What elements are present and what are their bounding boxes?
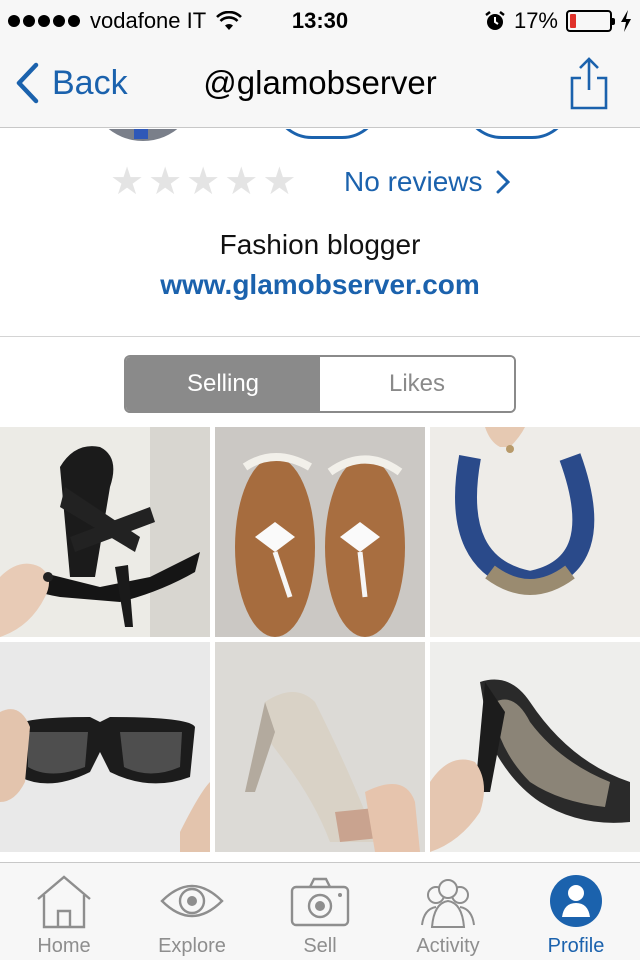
followers-stat-circle[interactable] (272, 129, 382, 139)
patterned-heel-photo (430, 642, 640, 852)
tab-home[interactable]: Home (0, 863, 128, 960)
profile-website-link[interactable]: www.glamobserver.com (0, 269, 640, 301)
profile-header: ★ ★ ★ ★ ★ No reviews Fashion blogger www… (0, 129, 640, 337)
tab-profile[interactable]: Profile (512, 863, 640, 960)
tab-label: Explore (158, 935, 226, 957)
reviews-link[interactable]: No reviews (344, 166, 511, 198)
tab-sell[interactable]: Sell (256, 863, 384, 960)
star-icon: ★ (186, 161, 221, 203)
signal-strength-icon (8, 15, 80, 27)
star-icon: ★ (224, 161, 259, 203)
profile-bio: Fashion blogger (219, 229, 421, 260)
back-label: Back (52, 63, 128, 102)
listing-photo[interactable] (0, 642, 210, 852)
people-icon (421, 879, 475, 928)
reviews-label: No reviews (344, 166, 483, 197)
listing-photo[interactable] (430, 642, 640, 852)
sunglasses-photo (0, 642, 210, 852)
chevron-right-icon (496, 170, 511, 194)
avatar (88, 129, 198, 141)
battery-percent: 17% (513, 8, 558, 33)
status-right: 17% (484, 8, 632, 34)
person-icon (550, 875, 602, 927)
tab-label: Profile (547, 935, 605, 957)
chevron-left-icon (16, 62, 39, 104)
wifi-icon (216, 11, 243, 30)
share-icon[interactable] (568, 56, 610, 112)
alarm-icon (485, 11, 505, 30)
listings-grid (0, 427, 640, 853)
listing-photo[interactable] (0, 427, 210, 637)
home-icon (37, 875, 91, 929)
battery-level (570, 14, 576, 28)
rating-stars: ★ ★ ★ ★ ★ (110, 163, 296, 201)
tab-label: Activity (416, 935, 480, 957)
silver-pump-photo (215, 642, 425, 852)
black-heel-photo (0, 427, 210, 637)
tab-label: Sell (303, 935, 337, 957)
battery-icon (566, 10, 615, 32)
status-left: vodafone IT (8, 8, 243, 34)
white-sandals-photo (215, 427, 425, 637)
listing-photo[interactable] (215, 427, 425, 637)
charging-bolt-icon (621, 10, 631, 32)
carrier-name: vodafone IT (90, 8, 207, 33)
tab-activity[interactable]: Activity (384, 863, 512, 960)
listing-photo[interactable] (430, 427, 640, 637)
back-button[interactable]: Back (14, 62, 128, 104)
camera-icon (290, 877, 350, 927)
eye-icon (160, 884, 224, 918)
navigation-bar: Back @glamobserver (0, 40, 640, 128)
tab-explore[interactable]: Explore (128, 863, 256, 960)
segment-likes[interactable]: Likes (320, 357, 514, 411)
tab-bar: Home Explore Sell Activity Profile (0, 862, 640, 960)
star-icon: ★ (148, 161, 183, 203)
segment-selling[interactable]: Selling (126, 357, 320, 411)
following-stat-circle[interactable] (462, 129, 572, 139)
selling-likes-segmented-control: Selling Likes (124, 355, 516, 413)
tab-label: Home (37, 935, 91, 957)
star-icon: ★ (262, 161, 297, 203)
blue-necklace-photo (430, 427, 640, 637)
status-bar: vodafone IT 13:30 17% (0, 0, 640, 40)
star-icon: ★ (110, 161, 145, 203)
listing-photo[interactable] (215, 642, 425, 852)
